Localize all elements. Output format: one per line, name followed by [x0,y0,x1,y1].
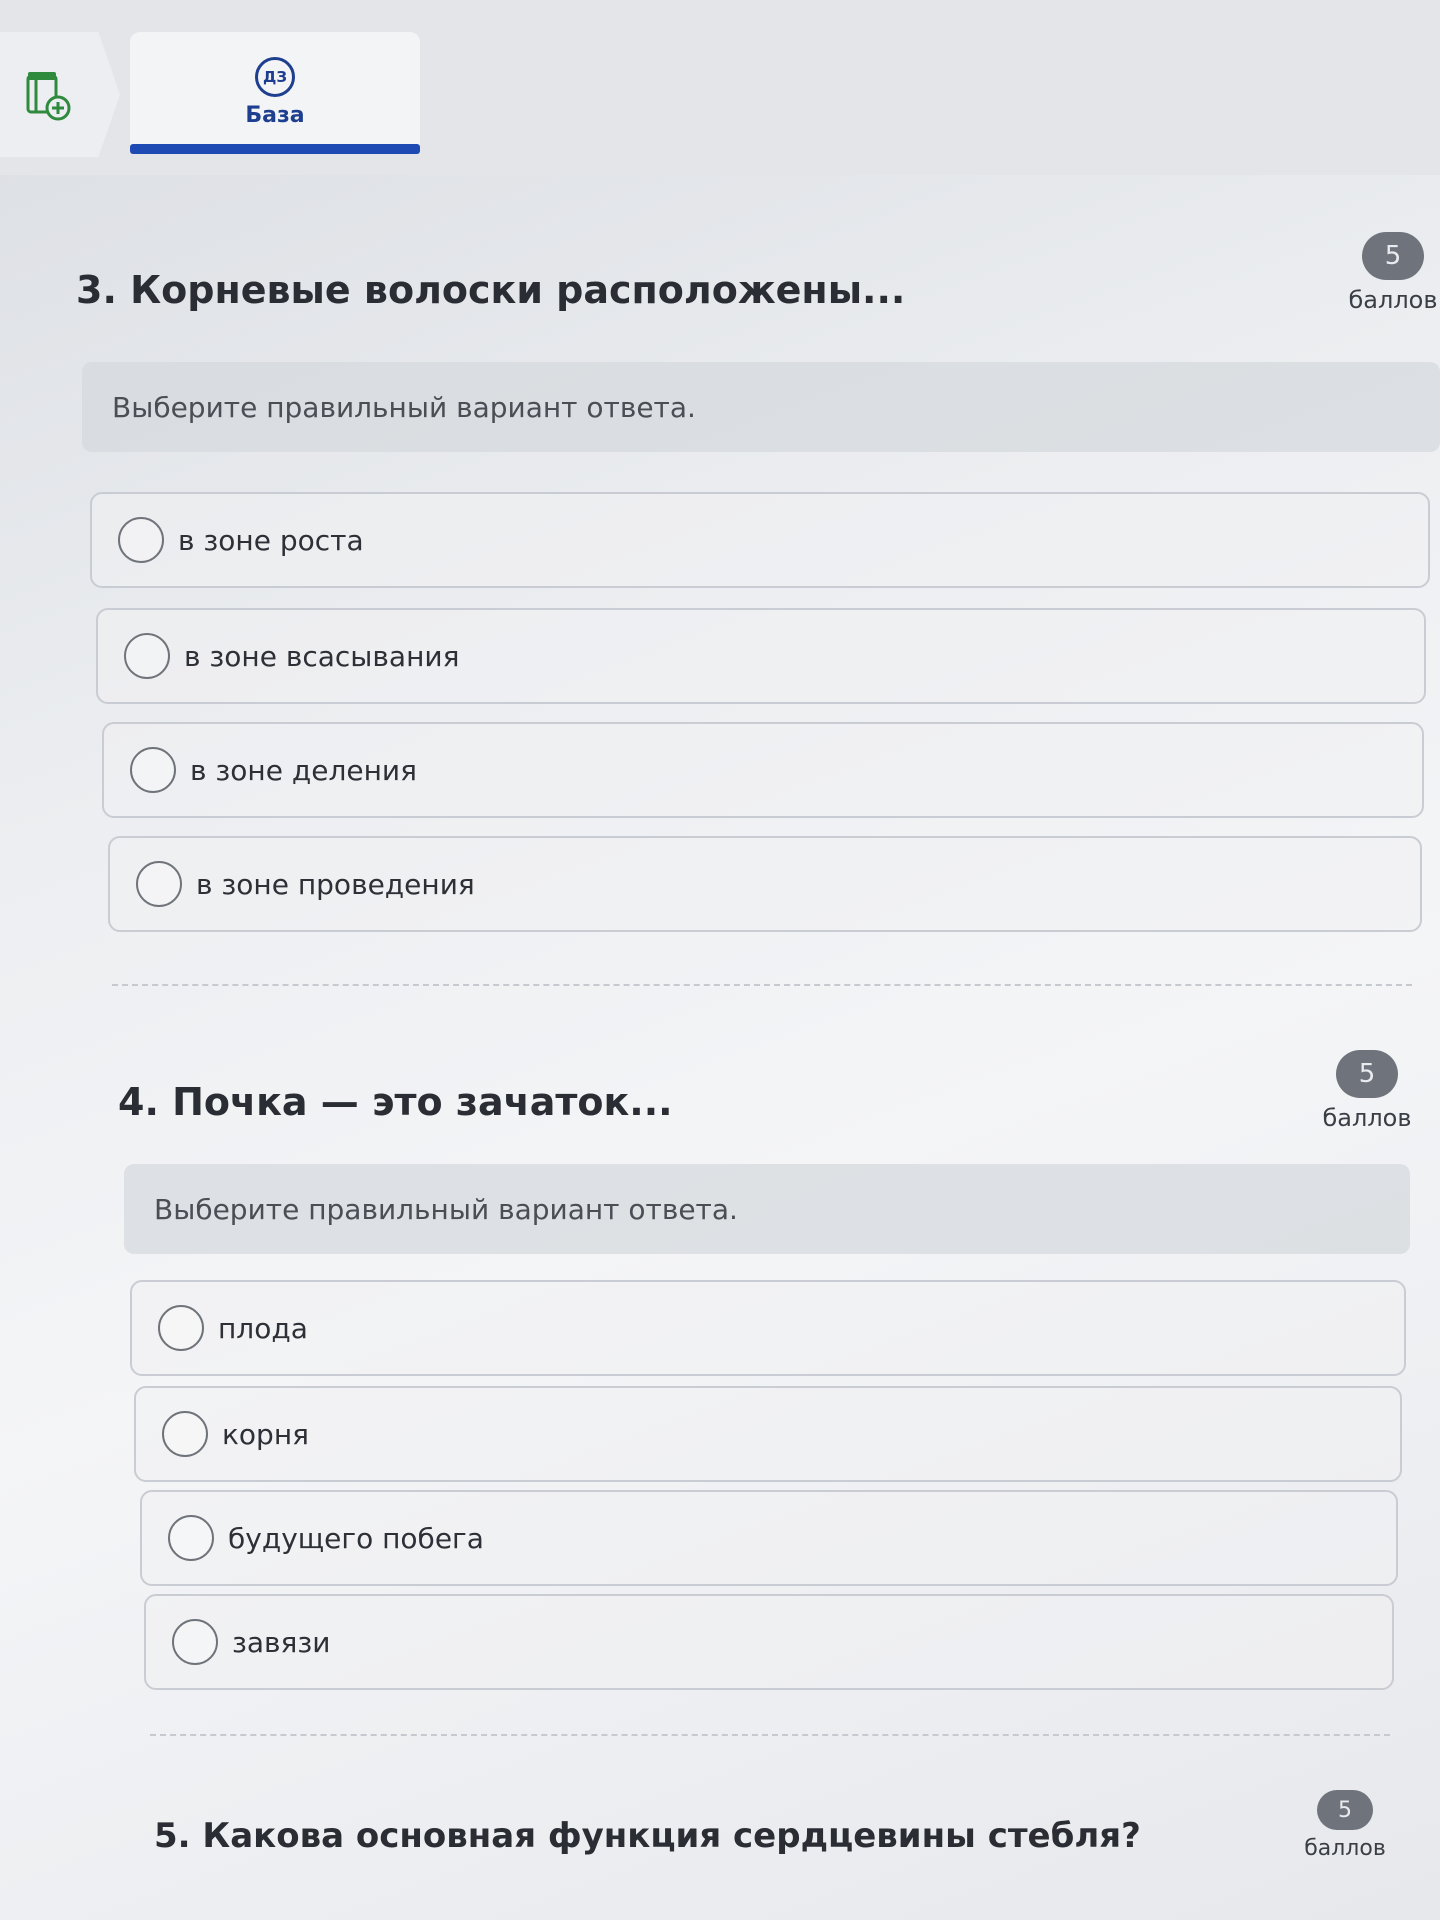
option-label: в зоне деления [190,753,417,787]
option-label: завязи [232,1625,331,1659]
option-label: будущего побега [228,1521,484,1555]
score-label: баллов [1348,286,1438,314]
radio-button[interactable] [158,1305,204,1351]
radio-button[interactable] [124,633,170,679]
tab-baza[interactable]: ДЗ База [130,32,420,154]
score-badge: 5 [1317,1790,1373,1830]
radio-button[interactable] [162,1411,208,1457]
question-title: 3. Корневые волоски расположены... [76,268,906,312]
option-4[interactable]: в зоне проведения [108,836,1422,932]
radio-button[interactable] [172,1619,218,1665]
score: 5 баллов [1300,1790,1390,1861]
option-label: в зоне роста [178,523,364,557]
tab-bar: ДЗ База [0,0,1440,175]
option-3[interactable]: будущего побега [140,1490,1398,1586]
tab-label: База [245,102,305,128]
question-title: 4. Почка — это зачаток... [118,1080,673,1124]
question-hint: Выберите правильный вариант ответа. [124,1164,1410,1254]
score-label: баллов [1322,1104,1412,1132]
score-badge: 5 [1336,1050,1398,1098]
document-add-icon[interactable] [24,70,74,124]
question-title: 5. Какова основная функция сердцевины ст… [154,1816,1141,1856]
question-hint: Выберите правильный вариант ответа. [82,362,1440,452]
option-3[interactable]: в зоне деления [102,722,1424,818]
radio-button[interactable] [168,1515,214,1561]
divider [150,1734,1390,1736]
option-1[interactable]: плода [130,1280,1406,1376]
option-label: в зоне проведения [196,867,475,901]
dz-badge: ДЗ [255,56,295,97]
radio-button[interactable] [118,517,164,563]
option-2[interactable]: в зоне всасывания [96,608,1426,704]
score-label: баллов [1304,1836,1386,1861]
option-1[interactable]: в зоне роста [90,492,1430,588]
score: 5 баллов [1322,1050,1412,1132]
option-4[interactable]: завязи [144,1594,1394,1690]
score-badge: 5 [1362,232,1424,280]
radio-button[interactable] [130,747,176,793]
option-label: плода [218,1311,308,1345]
score: 5 баллов [1348,232,1438,314]
divider [112,984,1412,986]
radio-button[interactable] [136,861,182,907]
option-label: корня [222,1417,309,1451]
option-2[interactable]: корня [134,1386,1402,1482]
option-label: в зоне всасывания [184,639,460,673]
